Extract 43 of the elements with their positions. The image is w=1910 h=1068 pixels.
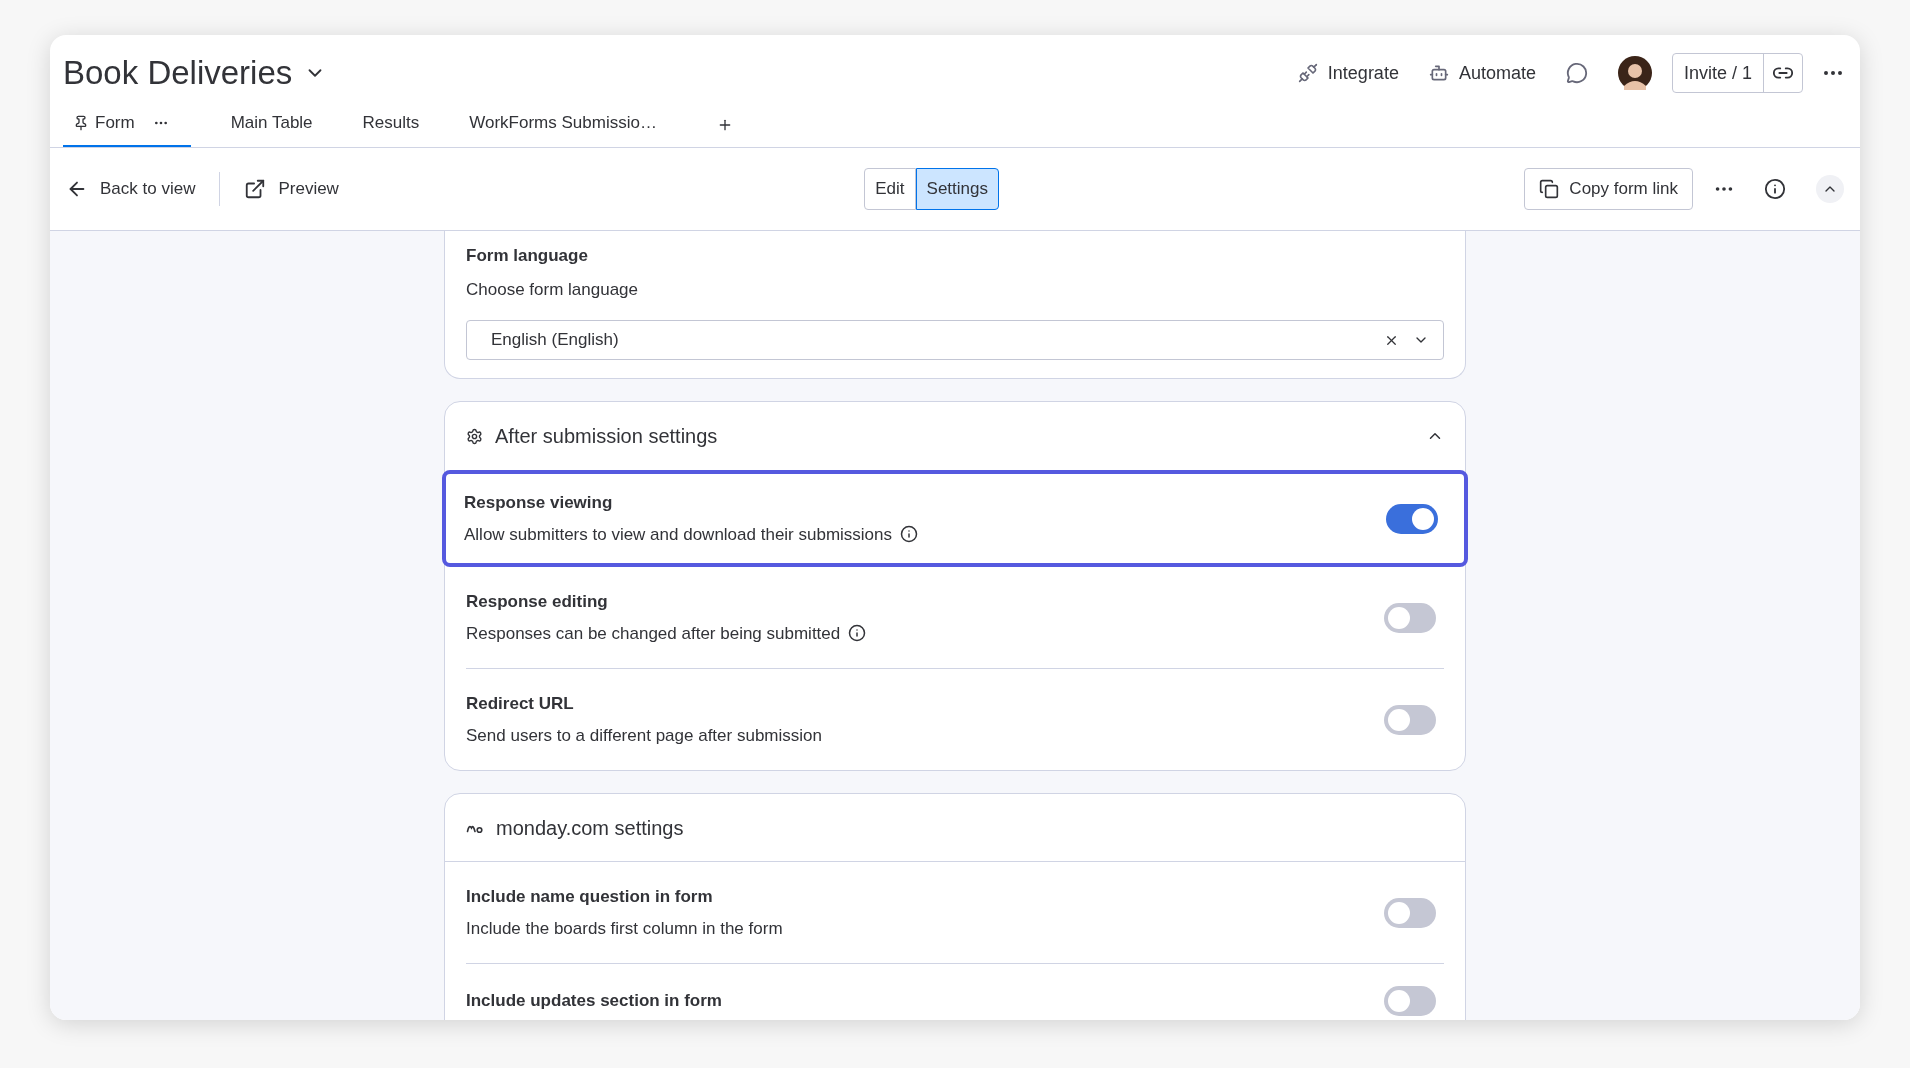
mode-tab[interactable]: Edit [864, 168, 916, 210]
comment-icon[interactable] [1565, 62, 1588, 84]
toggle-switch[interactable] [1384, 704, 1436, 735]
setting-title: Redirect URL [466, 693, 575, 715]
language-select[interactable]: English (English) [466, 320, 1444, 360]
section-title: monday.com settings [496, 815, 685, 841]
header-action[interactable]: Integrate [1297, 59, 1399, 87]
setting-description: Responses can be changed after being submitted [466, 622, 841, 645]
setting-title: Response viewing [464, 492, 614, 514]
external-link-icon [244, 178, 267, 200]
collapse-button[interactable] [1816, 175, 1844, 203]
info-icon[interactable] [900, 525, 919, 544]
settings-icon [466, 427, 483, 445]
robot-icon [1428, 63, 1449, 83]
view-tab[interactable]: Form [63, 101, 191, 147]
board-title: Book Deliveries [63, 53, 293, 94]
view-tab[interactable]: Results [352, 101, 430, 147]
toggle-switch[interactable] [1384, 986, 1436, 1016]
toggle-switch[interactable] [1386, 503, 1438, 534]
setting-description: Allow submitters to view and download their submissions [464, 523, 893, 546]
copy-form-link-button[interactable]: Copy form link [1524, 168, 1693, 210]
view-tab[interactable]: Main Table [220, 101, 323, 147]
setting-description: Include the boards first column in the form [466, 917, 783, 940]
info-icon[interactable] [1764, 178, 1786, 200]
section-title: Form language [466, 245, 589, 267]
section-description: Choose form language [466, 278, 639, 301]
section-title: After submission settings [495, 424, 719, 449]
setting-description: Send users to a different page after submission [466, 724, 822, 747]
toggle-switch[interactable] [1384, 897, 1436, 928]
back-to-view-button[interactable]: Back to view [66, 176, 196, 202]
avatar[interactable] [1617, 56, 1652, 90]
setting-title: Include updates section in form [466, 990, 723, 1013]
setting-title: Include name question in form [466, 886, 714, 908]
mode-tab[interactable]: Settings [915, 168, 999, 210]
pin-icon [73, 115, 89, 131]
setting-title: Response editing [466, 591, 609, 613]
plug-icon [1297, 63, 1318, 83]
toggle-switch[interactable] [1384, 602, 1436, 633]
info-icon[interactable] [848, 624, 867, 643]
header-action[interactable]: Automate [1428, 59, 1536, 87]
preview-button[interactable]: Preview [244, 176, 339, 202]
copy-icon [1539, 179, 1560, 199]
view-tab[interactable]: WorkForms Submissio… [459, 101, 667, 147]
